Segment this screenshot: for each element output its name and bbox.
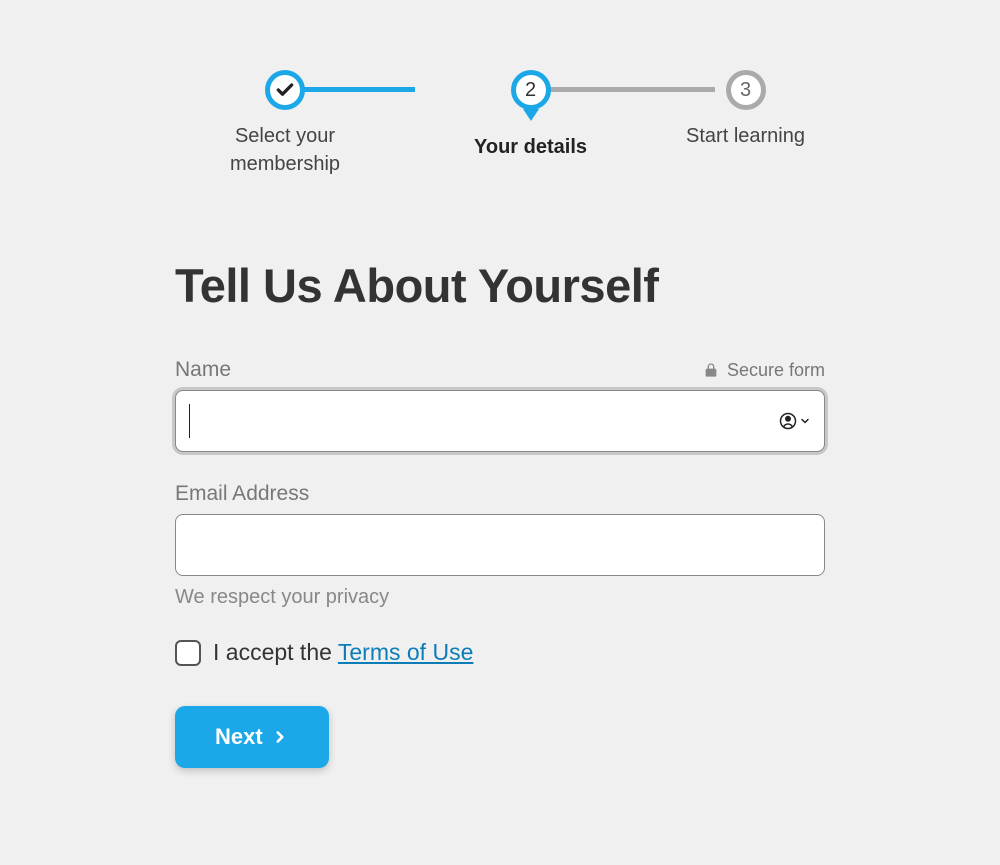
chevron-down-icon <box>799 415 811 427</box>
email-field-row: Email Address We respect your privacy <box>175 482 825 609</box>
chevron-right-icon <box>271 728 289 746</box>
step-label: Start learning <box>686 122 805 150</box>
next-button[interactable]: Next <box>175 706 329 768</box>
text-cursor <box>189 404 190 438</box>
step-circle-upcoming: 3 <box>726 70 766 110</box>
autofill-indicator[interactable] <box>779 412 811 430</box>
name-label: Name <box>175 358 231 382</box>
step-select-membership: Select your membership <box>195 70 375 178</box>
step-number: 3 <box>740 79 751 102</box>
terms-checkbox[interactable] <box>175 640 201 666</box>
consent-prefix: I accept the <box>213 639 338 665</box>
step-start-learning: 3 Start learning <box>686 70 805 150</box>
stepper: Select your membership 2 Your details 3 … <box>175 70 825 178</box>
check-icon <box>275 80 295 100</box>
name-field-row: Name Secure form <box>175 358 825 452</box>
consent-text: I accept the Terms of Use <box>213 639 473 666</box>
page-title: Tell Us About Yourself <box>175 258 825 313</box>
secure-form-text: Secure form <box>727 360 825 381</box>
person-circle-icon <box>779 412 797 430</box>
step-your-details: 2 Your details <box>474 70 587 161</box>
step-label: Your details <box>474 133 587 161</box>
step-pin-icon <box>523 109 539 121</box>
next-button-label: Next <box>215 724 263 750</box>
secure-form-badge: Secure form <box>703 360 825 381</box>
email-input[interactable] <box>175 514 825 576</box>
step-label: Select your membership <box>195 122 375 178</box>
terms-of-use-link[interactable]: Terms of Use <box>338 639 473 665</box>
email-help-text: We respect your privacy <box>175 586 825 609</box>
step-circle-current: 2 <box>511 70 551 110</box>
step-number: 2 <box>525 79 536 102</box>
name-input[interactable] <box>175 390 825 452</box>
step-circle-completed <box>265 70 305 110</box>
lock-icon <box>703 361 719 379</box>
email-label: Email Address <box>175 482 309 506</box>
consent-row: I accept the Terms of Use <box>175 639 825 666</box>
